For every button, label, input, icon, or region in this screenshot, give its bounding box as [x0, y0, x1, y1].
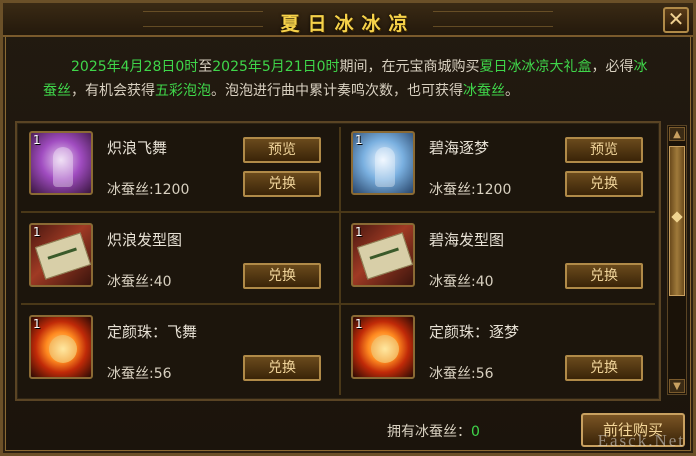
item-count: 1 — [355, 225, 363, 239]
item-name: 炽浪发型图 — [107, 231, 183, 249]
exchange-button[interactable]: 兑换 — [565, 171, 643, 197]
date-connector: 至 — [198, 59, 213, 75]
scroll-up-icon[interactable]: ▲ — [669, 127, 685, 141]
dress-pink-icon[interactable]: 1 — [29, 131, 93, 195]
scroll-thumb[interactable] — [669, 146, 685, 296]
exchange-item: 1 定颜珠：逐梦 冰蚕丝:56 兑换 — [343, 307, 653, 395]
item-cost: 冰蚕丝:56 — [429, 366, 494, 382]
orb-icon[interactable]: 1 — [29, 315, 93, 379]
scroll-icon[interactable]: 1 — [29, 223, 93, 287]
owned-silk-value: 0 — [471, 424, 480, 440]
bubble-name: 五彩泡泡 — [155, 83, 211, 99]
description-text-3: ，有机会获得 — [71, 83, 155, 99]
item-cost: 冰蚕丝:40 — [429, 274, 494, 290]
list-scrollbar[interactable]: ▲ ▼ — [667, 125, 687, 395]
exchange-item: 1 炽浪发型图 冰蚕丝:40 兑换 — [21, 215, 331, 303]
grip-icon — [671, 211, 683, 223]
item-cost: 冰蚕丝:40 — [107, 274, 172, 290]
event-start-date: 2025年4月28日0时 — [71, 59, 199, 75]
description-text-1: 期间，在元宝商城购买 — [339, 59, 480, 75]
row-divider — [21, 303, 655, 305]
exchange-button[interactable]: 兑换 — [243, 263, 321, 289]
watermark-logo: Easck.Net — [597, 431, 685, 450]
scroll-icon[interactable]: 1 — [351, 223, 415, 287]
exchange-item: 1 炽浪飞舞 冰蚕丝:1200 预览 兑换 — [21, 123, 331, 211]
event-window: 夏日冰冰凉 ✕ 2025年4月28日0时至2025年5月21日0时期间，在元宝商… — [0, 0, 696, 456]
description-text-4: 。泡泡进行曲中累计奏鸣次数，也可获得 — [211, 83, 463, 99]
gift-box-name: 夏日冰冰凉大礼盒 — [479, 59, 592, 75]
exchange-item: 1 定颜珠：飞舞 冰蚕丝:56 兑换 — [21, 307, 331, 395]
orb-icon[interactable]: 1 — [351, 315, 415, 379]
item-cost: 冰蚕丝:1200 — [107, 182, 190, 198]
dress-blue-icon[interactable]: 1 — [351, 131, 415, 195]
exchange-button[interactable]: 兑换 — [243, 355, 321, 381]
exchange-button[interactable]: 兑换 — [243, 171, 321, 197]
preview-button[interactable]: 预览 — [565, 137, 643, 163]
event-end-date: 2025年5月21日0时 — [212, 59, 340, 75]
item-name: 碧海逐梦 — [429, 139, 490, 157]
title-bar: 夏日冰冰凉 ✕ — [3, 3, 693, 37]
item-count: 1 — [33, 225, 41, 239]
item-name: 炽浪飞舞 — [107, 139, 168, 157]
item-cost: 冰蚕丝:1200 — [429, 182, 512, 198]
item-name: 定颜珠：飞舞 — [107, 323, 198, 341]
item-name: 碧海发型图 — [429, 231, 505, 249]
row-divider — [21, 211, 655, 213]
item-cost: 冰蚕丝:56 — [107, 366, 172, 382]
description-text-5: 。 — [505, 83, 519, 99]
window-title: 夏日冰冰凉 — [280, 13, 416, 35]
item-count: 1 — [33, 133, 41, 147]
silk-currency-name-2: 冰蚕丝 — [463, 83, 505, 99]
item-count: 1 — [355, 317, 363, 331]
close-button[interactable]: ✕ — [663, 7, 689, 33]
exchange-item: 1 碧海发型图 冰蚕丝:40 兑换 — [343, 215, 653, 303]
exchange-list: 1 炽浪飞舞 冰蚕丝:1200 预览 兑换 1 碧海逐梦 冰蚕丝:1200 预览… — [15, 121, 661, 401]
owned-silk-label: 拥有冰蚕丝： — [387, 424, 471, 440]
exchange-button[interactable]: 兑换 — [565, 355, 643, 381]
description-text-2: ，必得 — [591, 59, 634, 75]
exchange-button[interactable]: 兑换 — [565, 263, 643, 289]
scroll-down-icon[interactable]: ▼ — [669, 379, 685, 393]
exchange-item: 1 碧海逐梦 冰蚕丝:1200 预览 兑换 — [343, 123, 653, 211]
preview-button[interactable]: 预览 — [243, 137, 321, 163]
owned-silk: 拥有冰蚕丝：0 — [387, 421, 480, 441]
item-count: 1 — [355, 133, 363, 147]
item-name: 定颜珠：逐梦 — [429, 323, 520, 341]
item-count: 1 — [33, 317, 41, 331]
event-description: 2025年4月28日0时至2025年5月21日0时期间，在元宝商城购买夏日冰冰凉… — [43, 55, 653, 103]
